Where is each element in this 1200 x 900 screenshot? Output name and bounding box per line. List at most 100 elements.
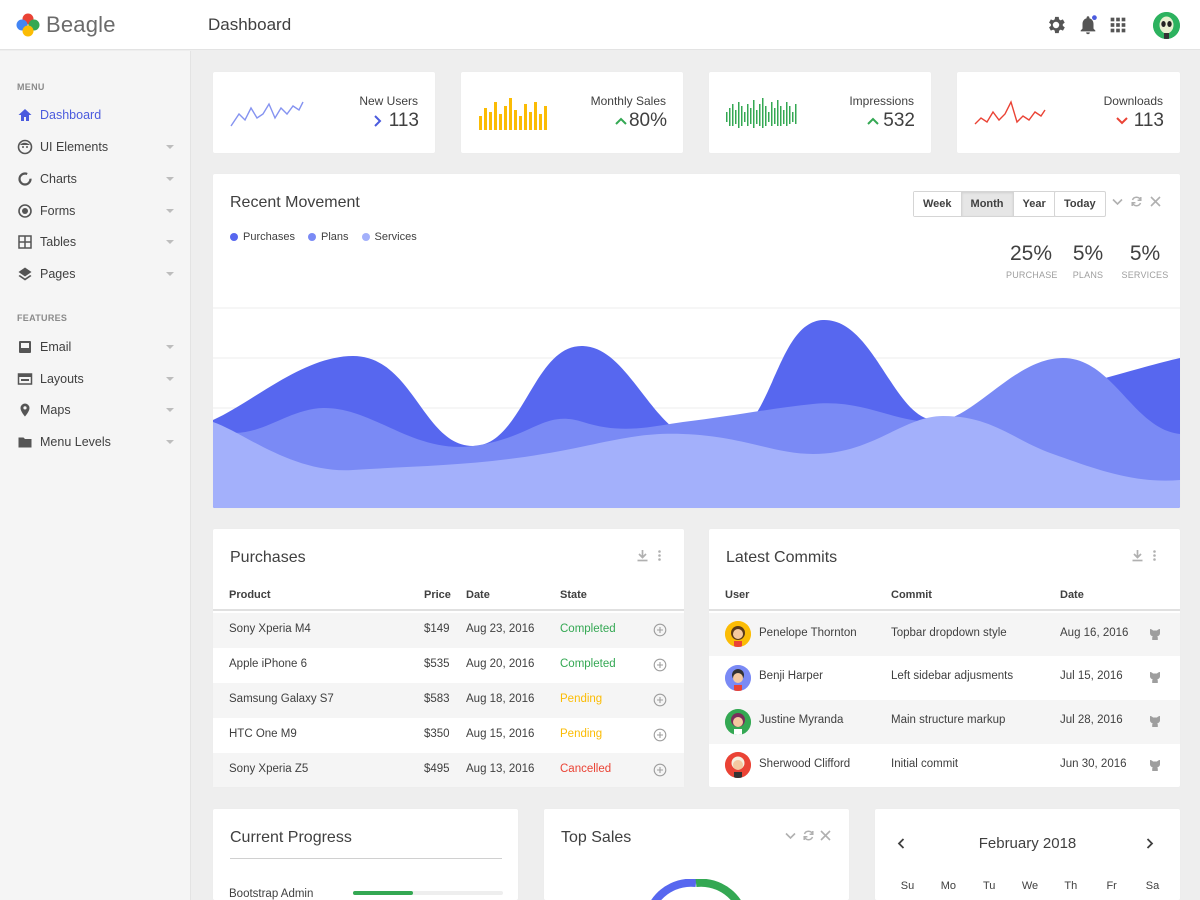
price-cell: $350 xyxy=(424,728,450,740)
percent-value: 5% xyxy=(1068,242,1108,266)
donut-segment xyxy=(696,883,738,900)
github-icon[interactable] xyxy=(1148,714,1162,728)
github-icon[interactable] xyxy=(1148,758,1162,772)
legend-dot xyxy=(362,233,370,241)
add-circle-icon[interactable] xyxy=(653,728,667,742)
inbox-icon xyxy=(17,339,33,355)
user-cell: Penelope Thornton xyxy=(759,627,857,639)
sidebar-item-charts[interactable]: Charts xyxy=(0,164,190,194)
more-vertical-icon[interactable] xyxy=(653,549,666,562)
close-icon[interactable] xyxy=(819,829,832,842)
table-row[interactable]: Samsung Galaxy S7 $583 Aug 18, 2016 Pend… xyxy=(213,683,684,718)
table-row[interactable]: Justine Myranda Main structure markup Ju… xyxy=(709,700,1180,744)
donut-icon xyxy=(17,171,33,187)
sidebar-item-label: Dashboard xyxy=(40,108,101,122)
avatar xyxy=(725,709,751,735)
sidebar-item-pages[interactable]: Pages xyxy=(0,259,190,289)
range-year-button[interactable]: Year xyxy=(1013,192,1055,216)
person-avatar-icon xyxy=(725,665,751,691)
table-row[interactable]: Sony Xperia Z5 $495 Aug 13, 2016 Cancell… xyxy=(213,753,684,787)
new-users-sparkline xyxy=(229,94,309,134)
sidebar-item-label: Email xyxy=(40,340,71,354)
chevron-right-icon[interactable] xyxy=(1143,837,1156,850)
add-circle-icon[interactable] xyxy=(653,623,667,637)
chevron-down-icon xyxy=(166,209,174,213)
chevron-down-icon[interactable] xyxy=(784,829,797,842)
table-row[interactable]: Sherwood Clifford Initial commit Jun 30,… xyxy=(709,744,1180,787)
today-button[interactable]: Today xyxy=(1054,191,1106,217)
add-circle-icon[interactable] xyxy=(653,658,667,672)
divider xyxy=(230,858,502,859)
brand[interactable]: Beagle xyxy=(16,12,116,38)
table-row[interactable]: Penelope Thornton Topbar dropdown style … xyxy=(709,613,1180,656)
sidebar-item-label: Pages xyxy=(40,267,75,281)
date-cell: Aug 18, 2016 xyxy=(466,693,534,705)
sidebar-item-menu-levels[interactable]: Menu Levels xyxy=(0,427,190,457)
weekday-label: Fr xyxy=(1099,880,1124,892)
apps-grid-icon[interactable] xyxy=(1107,14,1129,36)
user-avatar[interactable] xyxy=(1153,12,1180,39)
download-icon[interactable] xyxy=(636,549,649,562)
column-header: Price xyxy=(424,589,451,601)
stat-label: Monthly Sales xyxy=(591,94,666,108)
weekday-label: We xyxy=(1017,880,1042,892)
range-button-group: Week Month Year xyxy=(913,191,1056,217)
sidebar-item-layouts[interactable]: Layouts xyxy=(0,364,190,394)
sidebar-item-tables[interactable]: Tables xyxy=(0,227,190,257)
percent-value: 5% xyxy=(1121,242,1169,266)
download-icon[interactable] xyxy=(1131,549,1144,562)
sidebar-item-ui-elements[interactable]: UI Elements xyxy=(0,132,190,162)
bell-icon[interactable] xyxy=(1077,14,1099,36)
price-cell: $149 xyxy=(424,623,450,635)
product-cell: Sony Xperia M4 xyxy=(229,623,311,635)
brand-name: Beagle xyxy=(46,12,116,38)
sidebar-item-email[interactable]: Email xyxy=(0,332,190,362)
range-week-button[interactable]: Week xyxy=(914,192,961,216)
github-icon[interactable] xyxy=(1148,627,1162,641)
product-cell: Samsung Galaxy S7 xyxy=(229,693,334,705)
table-row[interactable]: Apple iPhone 6 $535 Aug 20, 2016 Complet… xyxy=(213,648,684,683)
table-row[interactable]: Benji Harper Left sidebar adjusments Jul… xyxy=(709,656,1180,700)
refresh-icon[interactable] xyxy=(1130,195,1143,208)
sidebar-item-maps[interactable]: Maps xyxy=(0,395,190,425)
chevron-down-icon xyxy=(166,272,174,276)
sidebar-item-label: Charts xyxy=(40,172,77,186)
range-month-button[interactable]: Month xyxy=(961,192,1013,216)
table-row[interactable]: HTC One M9 $350 Aug 15, 2016 Pending xyxy=(213,718,684,753)
legend-label: Plans xyxy=(321,231,349,243)
sidebar-item-dashboard[interactable]: Dashboard xyxy=(0,100,190,130)
weekday-label: Mo xyxy=(936,880,961,892)
user-cell: Benji Harper xyxy=(759,670,823,682)
gear-icon[interactable] xyxy=(1045,14,1067,36)
chevron-down-icon xyxy=(166,145,174,149)
stat-card-new-users: New Users 113 xyxy=(213,72,435,153)
table-row[interactable]: Sony Xperia M4 $149 Aug 23, 2016 Complet… xyxy=(213,613,684,648)
user-cell: Sherwood Clifford xyxy=(759,758,850,770)
chevron-down-icon xyxy=(166,408,174,412)
chevron-down-icon xyxy=(166,440,174,444)
features-heading: FEATURES xyxy=(17,313,67,323)
chevron-down-icon[interactable] xyxy=(1111,195,1124,208)
percent-label: SERVICES xyxy=(1121,270,1169,280)
legend-label: Purchases xyxy=(243,231,295,243)
percent-value: 25% xyxy=(1006,242,1056,266)
avatar xyxy=(725,621,751,647)
sidebar-item-forms[interactable]: Forms xyxy=(0,196,190,226)
add-circle-icon[interactable] xyxy=(653,763,667,777)
person-avatar-icon xyxy=(725,752,751,778)
github-icon[interactable] xyxy=(1148,670,1162,684)
close-icon[interactable] xyxy=(1149,195,1162,208)
refresh-icon[interactable] xyxy=(802,829,815,842)
add-circle-icon[interactable] xyxy=(653,693,667,707)
top-bar: Beagle Dashboard xyxy=(0,0,1200,50)
state-cell: Completed xyxy=(560,623,616,635)
face-icon xyxy=(17,139,33,155)
stat-label: New Users xyxy=(359,94,418,108)
layout-icon xyxy=(17,371,33,387)
chevron-right-icon xyxy=(371,114,385,128)
chevron-down-icon xyxy=(166,240,174,244)
plans-percent: 5% PLANS xyxy=(1068,242,1108,280)
chevron-down-icon xyxy=(166,377,174,381)
more-vertical-icon[interactable] xyxy=(1148,549,1161,562)
price-cell: $495 xyxy=(424,763,450,775)
